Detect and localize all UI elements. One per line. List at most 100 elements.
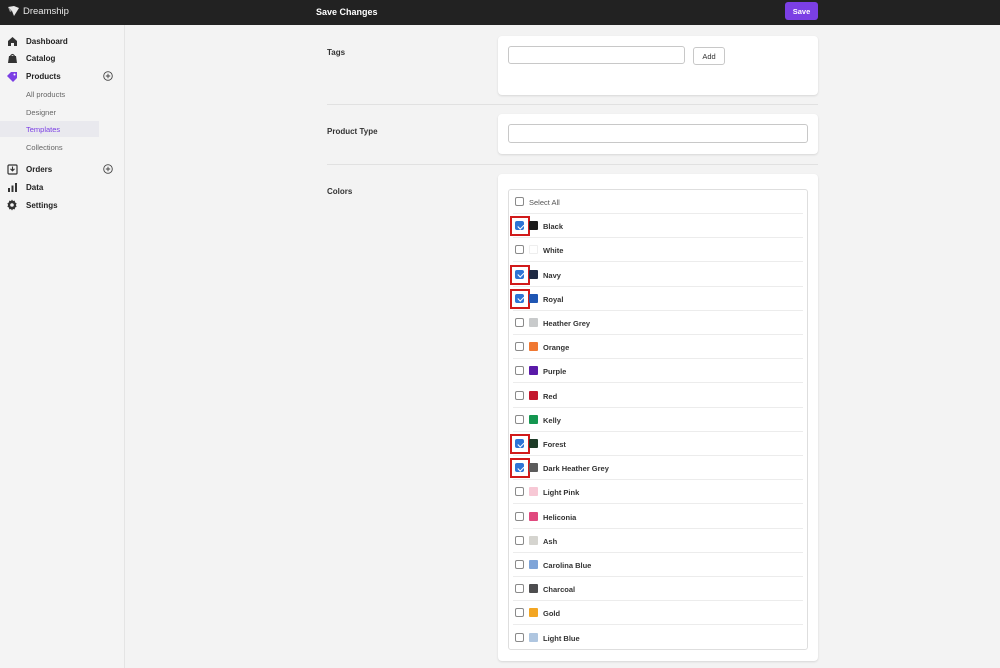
add-order-plus-icon[interactable]: [102, 163, 113, 174]
app-name: Dreamship: [23, 5, 69, 17]
add-product-plus-icon[interactable]: [102, 70, 113, 81]
color-checkbox[interactable]: [515, 390, 524, 400]
color-option-row[interactable]: Red: [509, 384, 807, 408]
color-option-row[interactable]: Royal: [509, 287, 807, 311]
color-checkbox[interactable]: [515, 560, 524, 569]
color-option-row[interactable]: Gold: [509, 601, 807, 626]
product-type-input[interactable]: [508, 124, 808, 143]
color-swatch: [529, 487, 538, 497]
color-option-row[interactable]: Carolina Blue: [509, 553, 807, 577]
sidebar-item-label: Dashboard: [26, 37, 68, 46]
color-option-row[interactable]: Navy: [509, 263, 807, 287]
color-swatch: [529, 342, 538, 352]
color-swatch: [529, 245, 538, 255]
color-checkbox[interactable]: [515, 342, 524, 352]
color-option-row[interactable]: Charcoal: [509, 577, 807, 602]
color-option-row[interactable]: Orange: [509, 335, 807, 360]
color-checkbox[interactable]: [515, 584, 524, 594]
sidebar-item-label: Data: [26, 183, 44, 192]
color-name: Royal: [543, 294, 564, 304]
tags-input[interactable]: [508, 46, 685, 64]
color-checkbox[interactable]: [515, 439, 524, 448]
color-checkbox[interactable]: [515, 511, 524, 521]
tags-card: [498, 36, 818, 95]
color-swatch: [529, 608, 538, 618]
colors-label: Colors: [327, 187, 353, 196]
color-swatch: [529, 535, 538, 545]
color-checkbox[interactable]: [515, 269, 524, 279]
color-checkbox[interactable]: [515, 463, 524, 473]
color-swatch: [529, 584, 538, 594]
color-checkbox[interactable]: [515, 535, 524, 545]
sidebar: Dashboard Catalog Products All products …: [0, 25, 125, 668]
sidebar-subitem-label: All products: [26, 90, 66, 99]
sidebar-item-label: Products: [26, 72, 61, 81]
sidebar-item-products[interactable]: Products: [0, 68, 125, 84]
color-swatch: [529, 632, 538, 642]
color-option-row[interactable]: White: [509, 238, 807, 263]
color-checkbox[interactable]: [515, 293, 524, 303]
color-swatch: [529, 269, 538, 279]
color-swatch: [529, 293, 538, 303]
color-name: Purple: [543, 367, 567, 377]
color-option-row[interactable]: Light Pink: [509, 480, 807, 505]
color-checkbox[interactable]: [515, 366, 524, 376]
color-name: Gold: [543, 609, 561, 619]
select-all-checkbox[interactable]: [515, 197, 524, 206]
download-icon: [6, 163, 18, 175]
color-option-row[interactable]: Black: [509, 214, 807, 239]
color-swatch: [529, 366, 538, 376]
color-option-row[interactable]: Purple: [509, 359, 807, 384]
sidebar-subitem-collections[interactable]: Collections: [0, 139, 99, 155]
sidebar-item-orders[interactable]: Orders: [0, 161, 125, 177]
dreamship-logo-icon: [8, 6, 19, 16]
color-checkbox[interactable]: [515, 221, 524, 231]
color-name: Black: [543, 222, 564, 232]
app-logo[interactable]: Dreamship: [7, 5, 69, 17]
color-checkbox[interactable]: [515, 414, 524, 424]
catalog-icon: [6, 52, 18, 64]
color-name: Light Blue: [543, 633, 580, 643]
sidebar-item-label: Catalog: [26, 54, 56, 63]
save-button[interactable]: Save: [785, 2, 818, 20]
sidebar-subitem-label: Collections: [26, 143, 63, 152]
color-option-row[interactable]: Kelly: [509, 408, 807, 432]
color-checkbox[interactable]: [515, 245, 524, 255]
tag-icon: [6, 70, 18, 82]
color-option-row[interactable]: Forest: [509, 432, 807, 456]
bar-chart-icon: [6, 181, 18, 193]
color-name: Orange: [543, 343, 570, 353]
color-checkbox[interactable]: [515, 318, 524, 327]
sidebar-item-catalog[interactable]: Catalog: [0, 50, 125, 66]
sidebar-subitem-all-products[interactable]: All products: [0, 86, 99, 102]
color-name: Dark Heather Grey: [543, 464, 609, 474]
color-name: Forest: [543, 440, 566, 449]
add-tag-button[interactable]: Add: [693, 47, 725, 65]
color-option-row[interactable]: Light Blue: [509, 626, 807, 650]
color-option-row[interactable]: Heliconia: [509, 505, 807, 529]
sidebar-subitem-label: Templates: [26, 125, 61, 134]
color-checkbox[interactable]: [515, 608, 524, 618]
sidebar-item-dashboard[interactable]: Dashboard: [0, 33, 125, 49]
color-swatch: [529, 390, 538, 400]
color-checkbox[interactable]: [515, 632, 524, 642]
home-icon: [6, 35, 18, 47]
color-name: Heather Grey: [543, 319, 591, 328]
color-option-row[interactable]: Heather Grey: [509, 311, 807, 335]
color-swatch: [529, 560, 538, 569]
select-all-row[interactable]: Select All: [509, 190, 807, 214]
color-name: Light Pink: [543, 488, 580, 498]
top-bar: Dreamship Save Changes Save: [0, 0, 1000, 25]
sidebar-subitem-templates[interactable]: Templates: [0, 121, 99, 137]
color-option-row[interactable]: Ash: [509, 529, 807, 553]
sidebar-subitem-designer[interactable]: Designer: [0, 104, 99, 120]
color-option-row[interactable]: Dark Heather Grey: [509, 456, 807, 481]
sidebar-item-settings[interactable]: Settings: [0, 197, 125, 213]
sidebar-item-data[interactable]: Data: [0, 179, 125, 195]
color-swatch: [529, 463, 538, 473]
color-name: Navy: [543, 270, 561, 280]
color-swatch: [529, 439, 538, 448]
color-name: Kelly: [543, 415, 561, 425]
color-checkbox[interactable]: [515, 487, 524, 497]
page-title: Save Changes: [316, 7, 378, 17]
